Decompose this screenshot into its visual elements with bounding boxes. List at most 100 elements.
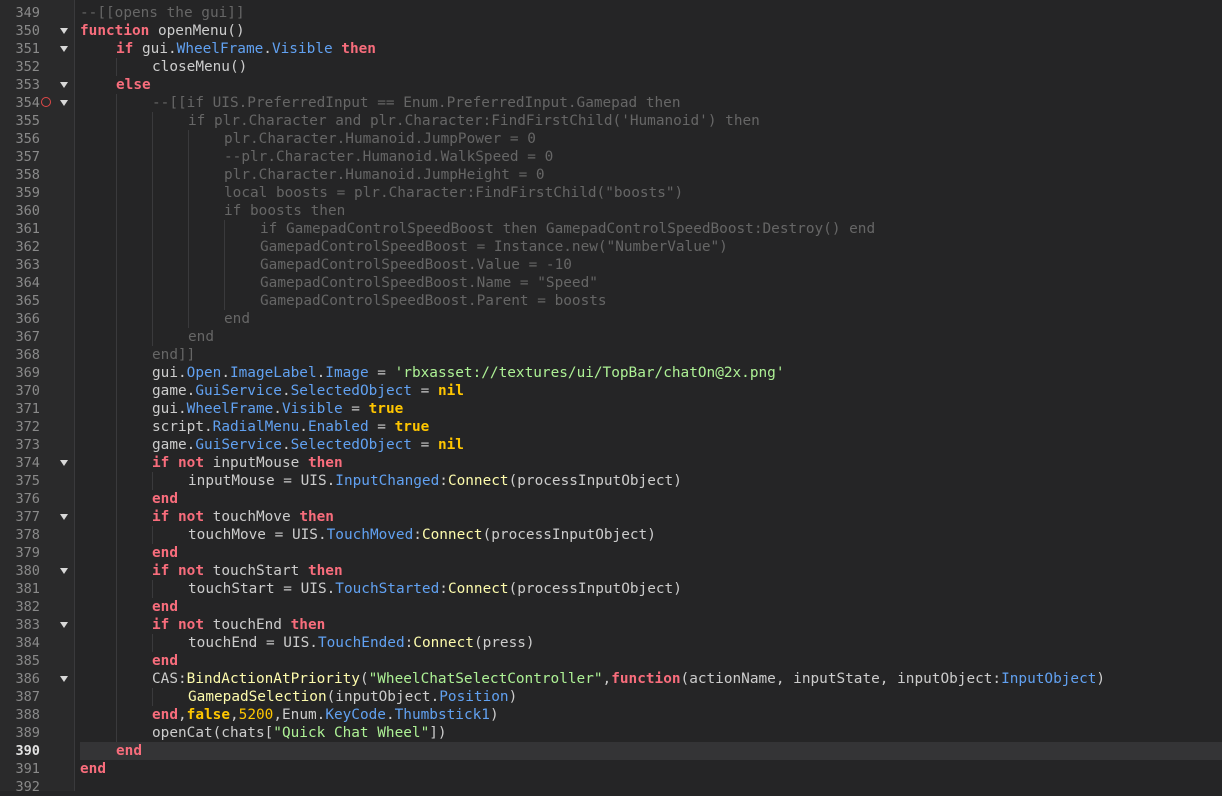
indent-guide [188,202,189,220]
breakpoint-icon[interactable] [41,97,51,107]
code-line-354[interactable]: 354 --[[if UIS.PreferredInput == Enum.Pre… [0,94,1222,112]
code-text: end [152,652,178,670]
code-line-353[interactable]: 353 else [0,76,1222,94]
code-line-371[interactable]: 371 gui.WheelFrame.Visible = true [0,400,1222,418]
code-line-388[interactable]: 388 end,false,5200,Enum.KeyCode.Thumbstic… [0,706,1222,724]
code-line-376[interactable]: 376 end [0,490,1222,508]
indent-guide [116,562,117,580]
code-line-367[interactable]: 367 end [0,328,1222,346]
code-line-363[interactable]: 363 GamepadControlSpeedBoost.Value = -10 [0,256,1222,274]
indent-guide [152,202,153,220]
line-number: 365 [15,293,40,309]
fold-arrow-icon[interactable] [60,622,68,628]
code-line-357[interactable]: 357 --plr.Character.Humanoid.WalkSpeed = … [0,148,1222,166]
indent-guide [116,94,117,112]
code-line-381[interactable]: 381 touchStart = UIS.TouchStarted:Connect… [0,580,1222,598]
code-line-373[interactable]: 373 game.GuiService.SelectedObject = nil [0,436,1222,454]
code-line-360[interactable]: 360 if boosts then [0,202,1222,220]
fold-arrow-icon[interactable] [60,514,68,520]
code-line-370[interactable]: 370 game.GuiService.SelectedObject = nil [0,382,1222,400]
code-line-390[interactable]: 390 end [0,742,1222,760]
indent-guide [116,508,117,526]
code-text: if plr.Character and plr.Character:FindF… [188,112,760,130]
fold-arrow-icon[interactable] [60,28,68,34]
code-line-382[interactable]: 382 end [0,598,1222,616]
text-token: closeMenu() [152,59,248,75]
line-number: 381 [15,581,40,597]
code-editor[interactable]: 349 --[[opens the gui]] 350 function openMe… [0,0,1222,795]
indent-guide [116,238,117,256]
code-line-369[interactable]: 369 gui.Open.ImageLabel.Image = 'rbxasset… [0,364,1222,382]
keyword-token: not [178,509,204,525]
code-line-378[interactable]: 378 touchMove = UIS.TouchMoved:Connect(pr… [0,526,1222,544]
indent-guide [116,418,117,436]
code-text: plr.Character.Humanoid.JumpHeight = 0 [224,166,545,184]
code-area[interactable]: 349 --[[opens the gui]] 350 function openMe… [0,0,1222,795]
code-line-387[interactable]: 387 GamepadSelection(inputObject.Position… [0,688,1222,706]
line-number: 370 [15,383,40,399]
fold-arrow-icon[interactable] [60,100,68,106]
code-line-368[interactable]: 368 end]] [0,346,1222,364]
code-line-389[interactable]: 389 openCat(chats["Quick Chat Wheel"]) [0,724,1222,742]
line-number: 376 [15,491,40,507]
text-token: . [385,707,395,723]
code-line-364[interactable]: 364 GamepadControlSpeedBoost.Name = "Spee… [0,274,1222,292]
code-text: GamepadControlSpeedBoost.Parent = boosts [260,292,607,310]
code-text: function openMenu() [80,22,245,40]
line-number: 384 [15,635,40,651]
code-line-374[interactable]: 374 if not inputMouse then [0,454,1222,472]
fold-arrow-icon[interactable] [60,676,68,682]
indent-guide [152,310,153,328]
indent-guide [152,148,153,166]
indent-guide [116,544,117,562]
code-line-366[interactable]: 366 end [0,310,1222,328]
text-token: . [316,365,326,381]
code-line-391[interactable]: 391 end [0,760,1222,778]
fold-arrow-icon[interactable] [60,568,68,574]
code-line-392[interactable]: 392 [0,778,1222,796]
indent-guide [224,256,225,274]
code-line-377[interactable]: 377 if not touchMove then [0,508,1222,526]
code-line-349[interactable]: 349 --[[opens the gui]] [0,4,1222,22]
code-line-385[interactable]: 385 end [0,652,1222,670]
code-line-375[interactable]: 375 inputMouse = UIS.InputChanged:Connect… [0,472,1222,490]
code-text: end [152,544,178,562]
code-line-365[interactable]: 365 GamepadControlSpeedBoost.Parent = boo… [0,292,1222,310]
keyword-token: end [116,743,142,759]
fold-arrow-icon[interactable] [60,82,68,88]
fold-arrow-icon[interactable] [60,460,68,466]
code-line-362[interactable]: 362 GamepadControlSpeedBoost = Instance.n… [0,238,1222,256]
code-line-361[interactable]: 361 if GamepadControlSpeedBoost then Game… [0,220,1222,238]
code-line-351[interactable]: 351 if gui.WheelFrame.Visible then [0,40,1222,58]
code-text: end [80,760,106,778]
code-line-379[interactable]: 379 end [0,544,1222,562]
code-line-359[interactable]: 359 local boosts = plr.Character:FindFirs… [0,184,1222,202]
code-line-358[interactable]: 358 plr.Character.Humanoid.JumpHeight = 0 [0,166,1222,184]
indent-guide [116,634,117,652]
fold-arrow-icon[interactable] [60,46,68,52]
line-number: 373 [15,437,40,453]
indent-guide [116,382,117,400]
code-line-383[interactable]: 383 if not touchEnd then [0,616,1222,634]
line-number: 389 [15,725,40,741]
indent-guide [152,580,153,598]
keyword-token: not [178,455,204,471]
code-line-386[interactable]: 386 CAS:BindActionAtPriority("WheelChatSe… [0,670,1222,688]
code-text: gui.Open.ImageLabel.Image = 'rbxasset://… [152,364,785,382]
keyword-token: if [152,455,170,471]
line-number: 366 [15,311,40,327]
indent-guide [188,274,189,292]
line-number: 361 [15,221,40,237]
code-line-352[interactable]: 352 closeMenu() [0,58,1222,76]
code-line-380[interactable]: 380 if not touchStart then [0,562,1222,580]
indent-guide [152,292,153,310]
indent-guide [116,616,117,634]
property-token: Enabled [307,419,369,435]
code-line-350[interactable]: 350 function openMenu() [0,22,1222,40]
code-line-384[interactable]: 384 touchEnd = UIS.TouchEnded:Connect(pre… [0,634,1222,652]
code-line-372[interactable]: 372 script.RadialMenu.Enabled = true [0,418,1222,436]
code-line-356[interactable]: 356 plr.Character.Humanoid.JumpPower = 0 [0,130,1222,148]
code-line-355[interactable]: 355 if plr.Character and plr.Character:Fi… [0,112,1222,130]
